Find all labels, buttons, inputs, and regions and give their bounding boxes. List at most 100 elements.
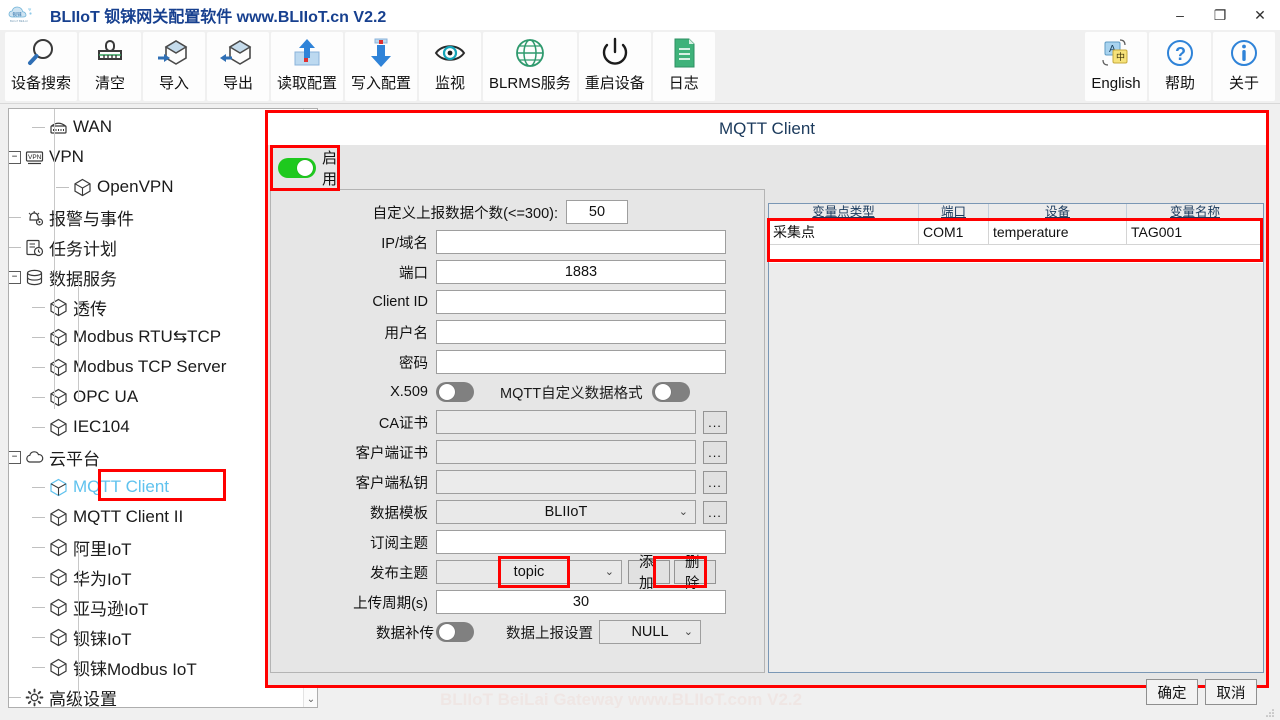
dialog-title: MQTT Client [268, 113, 1266, 145]
info-icon [1226, 34, 1262, 74]
vpn-icon: VPN [24, 147, 45, 168]
client-key-input[interactable] [436, 470, 696, 494]
tree-item-iot[interactable]: 阿里IoT [32, 532, 132, 562]
tree-item-label: MQTT Client II [73, 507, 184, 526]
toolbar-button-blrms-service[interactable]: BLRMS服务 [483, 32, 577, 101]
toolbar-button-restart-device[interactable]: 重启设备 [578, 32, 651, 101]
tree-item-modbus-tcp-server[interactable]: Modbus TCP Server [32, 352, 226, 382]
tree-item-label: 任务计划 [49, 239, 117, 259]
toolbar-button-language[interactable]: A中 English [1085, 32, 1147, 101]
tree-branch-line [32, 546, 45, 548]
custom-count-input[interactable]: 50 [566, 200, 628, 224]
toolbar-button-about[interactable]: 关于 [1213, 32, 1275, 101]
enable-toggle[interactable] [278, 158, 316, 178]
tree-item-[interactable]: – 数据服务 [9, 262, 117, 292]
tree-item-modbus-rtu-tcp[interactable]: Modbus RTU⇆TCP [32, 322, 221, 352]
host-label: IP/域名 [381, 235, 428, 252]
toolbar-button-export[interactable]: 导出 [207, 32, 270, 101]
ok-button[interactable]: 确定 [1146, 679, 1198, 705]
tree-item-openvpn[interactable]: OpenVPN [56, 172, 174, 202]
ca-cert-input[interactable] [436, 410, 696, 434]
enable-label: 启用 [322, 150, 338, 188]
maximize-icon[interactable]: ❐ [1200, 0, 1240, 30]
tree-item-wan[interactable]: WAN [32, 112, 112, 142]
tree-item-iot[interactable]: 钡铼IoT [32, 622, 132, 652]
tree-expander-icon[interactable]: – [9, 450, 21, 464]
toolbar-label: 导出 [223, 75, 254, 92]
password-input[interactable] [436, 350, 726, 374]
report-setting-select[interactable]: NULL ⌄ [599, 620, 701, 644]
host-input[interactable] [436, 230, 726, 254]
tree-item-[interactable]: 任务计划 [9, 232, 117, 262]
username-label: 用户名 [384, 325, 429, 342]
data-template-select[interactable]: BLIIoT ⌄ [436, 500, 696, 524]
toolbar-button-import[interactable]: 导入 [143, 32, 206, 101]
resize-grip-icon[interactable] [1264, 708, 1276, 718]
router-icon [48, 117, 69, 138]
table-row[interactable]: 采集点 COM1 temperature TAG001 [769, 221, 1263, 245]
client-key-browse-button[interactable]: ... [703, 470, 727, 494]
cube-icon [48, 387, 69, 408]
password-label: 密码 [399, 355, 428, 372]
cancel-button[interactable]: 取消 [1205, 679, 1257, 705]
tree-item-label: 报警与事件 [49, 209, 134, 229]
svg-text:?: ? [1175, 44, 1186, 64]
publish-topic-select[interactable]: topic ⌄ [436, 560, 622, 584]
toolbar-label: 读取配置 [277, 75, 338, 92]
cell-port: COM1 [919, 221, 989, 244]
toolbar-button-log[interactable]: 日志 [652, 32, 715, 101]
tree-branch-line [32, 666, 45, 668]
tree-item-modbus-iot[interactable]: 钡铼Modbus IoT [32, 652, 197, 682]
tree-branch-line [32, 426, 45, 428]
upload-period-input[interactable]: 30 [436, 590, 726, 614]
tree-item-iec104[interactable]: IEC104 [32, 412, 130, 442]
schedule-icon [24, 237, 45, 258]
x509-toggle[interactable] [436, 382, 474, 402]
tree-item-mqtt-client-ii[interactable]: MQTT Client II [32, 502, 184, 532]
toolbar-button-monitor[interactable]: 监视 [419, 32, 482, 101]
mqtt-client-dialog: MQTT Client 启用 自定义上报数据个数(<=300): 50 IP/域… [265, 110, 1269, 705]
mqtt-settings-form: 自定义上报数据个数(<=300): 50 IP/域名 端口 1883 Clien… [270, 189, 765, 673]
username-input[interactable] [436, 320, 726, 344]
cloud-icon [24, 447, 45, 468]
close-icon[interactable]: ✕ [1240, 0, 1280, 30]
tree-item-iot[interactable]: 华为IoT [32, 562, 132, 592]
data-template-browse-button[interactable]: ... [703, 500, 727, 524]
globe-icon [512, 34, 548, 74]
client-id-input[interactable] [436, 290, 726, 314]
tree-branch-line [32, 516, 45, 518]
subscribe-topic-input[interactable] [436, 530, 726, 554]
tree-item-iot[interactable]: 亚马逊IoT [32, 592, 149, 622]
data-resend-toggle[interactable] [436, 622, 474, 642]
client-cert-browse-button[interactable]: ... [703, 440, 727, 464]
minimize-icon[interactable]: – [1160, 0, 1200, 30]
tree-item-mqtt-client[interactable]: MQTT Client [32, 472, 169, 502]
scroll-down-icon[interactable]: ⌄ [304, 691, 317, 707]
add-topic-button[interactable]: 添加 [628, 555, 670, 592]
tree-item-opc-ua[interactable]: OPC UA [32, 382, 138, 412]
column-header-varname: 变量名称 [1169, 205, 1220, 219]
toolbar-button-help[interactable]: ? 帮助 [1149, 32, 1211, 101]
ca-cert-label: CA证书 [378, 415, 428, 432]
document-icon [666, 34, 702, 74]
tree-expander-icon[interactable]: – [9, 150, 21, 164]
client-key-label: 客户端私钥 [355, 475, 429, 492]
port-input[interactable]: 1883 [436, 260, 726, 284]
client-cert-input[interactable] [436, 440, 696, 464]
chevron-down-icon: ⌄ [683, 626, 693, 638]
data-template-label: 数据模板 [370, 505, 428, 522]
toolbar-button-clear[interactable]: 清空 [79, 32, 142, 101]
custom-format-toggle[interactable] [651, 382, 690, 402]
toolbar-button-device-search[interactable]: 设备搜索 [5, 32, 78, 101]
ca-cert-browse-button[interactable]: ... [703, 410, 727, 434]
tree-expander-icon[interactable]: – [9, 270, 21, 284]
tree-branch-line [9, 216, 21, 218]
toggle-knob [439, 384, 455, 400]
tree-item-[interactable]: – 云平台 [9, 442, 100, 472]
status-strip [0, 708, 1280, 720]
tree-item-[interactable]: 高级设置 [9, 682, 117, 707]
tree-item-[interactable]: 报警与事件 [9, 202, 134, 232]
delete-topic-button[interactable]: 删除 [674, 555, 716, 592]
toolbar-button-read-config[interactable]: 读取配置 [271, 32, 344, 101]
toolbar-button-write-config[interactable]: 写入配置 [345, 32, 418, 101]
